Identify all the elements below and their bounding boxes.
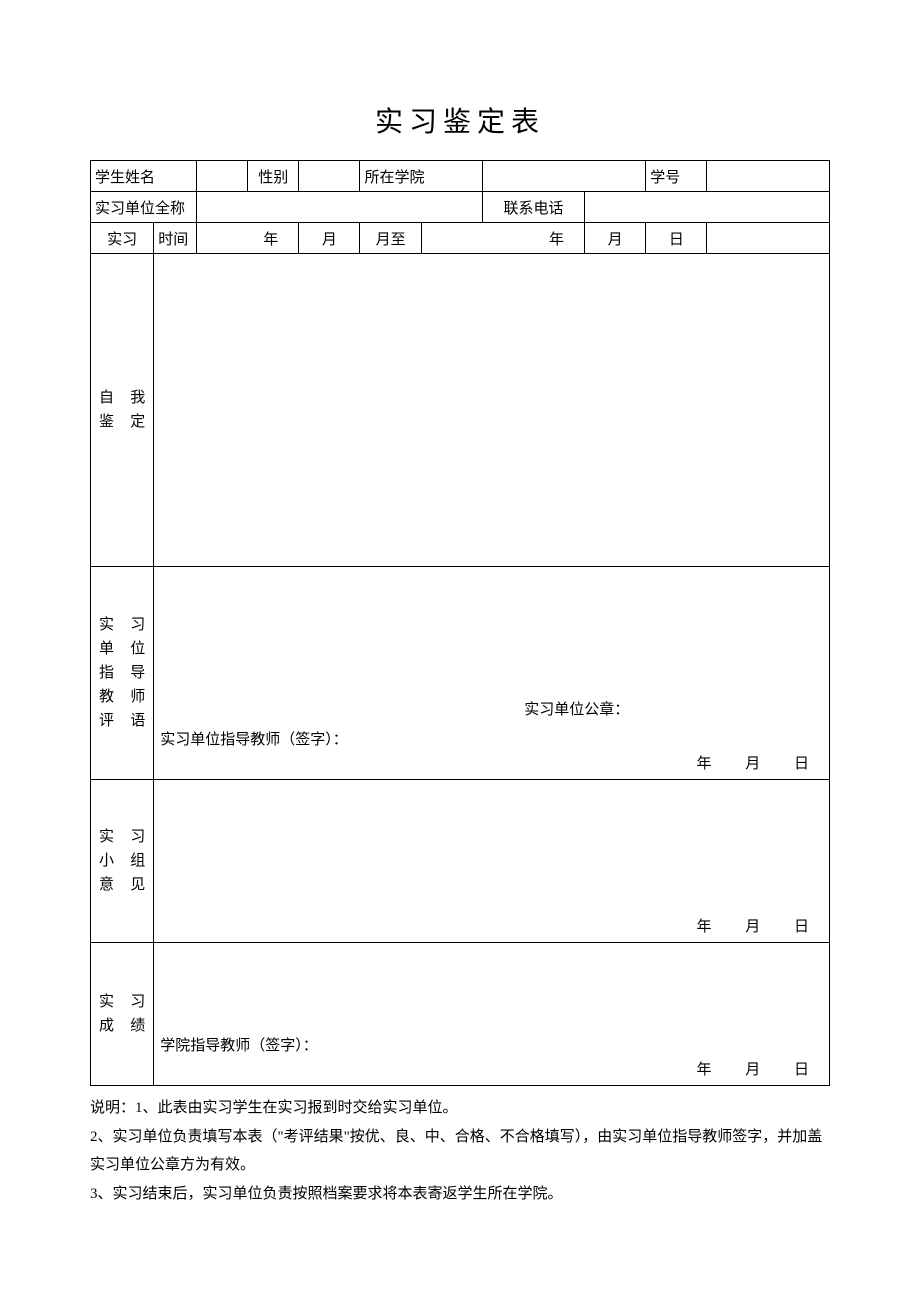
field-self[interactable]	[154, 254, 830, 567]
field-month2[interactable]: 月	[585, 223, 646, 254]
label-unit: 实习单位全称	[91, 192, 197, 223]
label-college: 所在学院	[360, 161, 482, 192]
page-title: 实习鉴定表	[90, 100, 830, 140]
field-grade[interactable]: 学院指导教师（签字）： 年 月 日	[154, 943, 830, 1086]
note-2: 2、实习单位负责填写本表（"考评结果"按优、良、中、合格、不合格填写），由实习单…	[90, 1129, 822, 1174]
field-college[interactable]	[482, 161, 645, 192]
notes: 说明：1、此表由实习学生在实习报到时交给实习单位。 2、实习单位负责填写本表（"…	[90, 1094, 830, 1208]
field-id[interactable]	[707, 161, 830, 192]
label-group: 实 习小 组意见	[91, 780, 154, 943]
field-name[interactable]	[197, 161, 248, 192]
label-to: 月至	[360, 223, 421, 254]
field-day2[interactable]: 日	[646, 223, 707, 254]
notes-prefix: 说明：	[90, 1100, 135, 1116]
row-group: 实 习小 组意见 年 月 日	[91, 780, 830, 943]
row-self: 自 我鉴定	[91, 254, 830, 567]
row-unit: 实习单位全称 联系电话	[91, 192, 830, 223]
label-unit-teacher-sig: 实习单位指导教师（签字）：	[160, 728, 348, 749]
evaluation-table: 学生姓名 性别 所在学院 学号 实习单位全称 联系电话 实习 时间 年 月 月至…	[90, 160, 830, 1086]
label-id: 学号	[646, 161, 707, 192]
y: 年	[696, 919, 711, 935]
row-grade: 实 习成绩 学院指导教师（签字）： 年 月 日	[91, 943, 830, 1086]
row-student: 学生姓名 性别 所在学院 学号	[91, 161, 830, 192]
field-unit-teacher[interactable]: 实习单位公章： 实习单位指导教师（签字）： 年 月 日	[154, 567, 830, 780]
field-group[interactable]: 年 月 日	[154, 780, 830, 943]
m: 月	[745, 1062, 760, 1078]
note-3: 3、实习结束后，实习单位负责按照档案要求将本表寄返学生所在学院。	[90, 1186, 563, 1202]
d: 日	[794, 1062, 809, 1078]
y: 年	[696, 1062, 711, 1078]
field-phone[interactable]	[585, 192, 830, 223]
label-period-a: 实习	[91, 223, 154, 254]
label-grade: 实 习成绩	[91, 943, 154, 1086]
label-gender: 性别	[248, 161, 299, 192]
note-1: 1、此表由实习学生在实习报到时交给实习单位。	[135, 1100, 458, 1116]
label-period-b: 时间	[154, 223, 197, 254]
date-unit-teacher: 年 月 日	[696, 752, 809, 773]
field-month1[interactable]: 月	[299, 223, 360, 254]
label-name: 学生姓名	[91, 161, 197, 192]
d: 日	[794, 756, 809, 772]
y: 年	[696, 756, 711, 772]
date-grade: 年 月 日	[696, 1058, 809, 1079]
field-year1[interactable]: 年	[197, 223, 299, 254]
field-period-blank[interactable]	[707, 223, 830, 254]
label-self: 自 我鉴定	[91, 254, 154, 567]
field-gender[interactable]	[299, 161, 360, 192]
date-group: 年 月 日	[696, 915, 809, 936]
field-year2[interactable]: 年	[421, 223, 584, 254]
m: 月	[745, 919, 760, 935]
label-phone: 联系电话	[482, 192, 584, 223]
d: 日	[794, 919, 809, 935]
label-college-teacher-sig: 学院指导教师（签字）：	[160, 1034, 318, 1055]
row-unit-teacher: 实 习单 位指 导教 师评语 实习单位公章： 实习单位指导教师（签字）： 年 月…	[91, 567, 830, 780]
label-unit-teacher: 实 习单 位指 导教 师评语	[91, 567, 154, 780]
label-seal: 实习单位公章：	[524, 698, 629, 719]
row-period: 实习 时间 年 月 月至 年 月 日	[91, 223, 830, 254]
field-unit[interactable]	[197, 192, 483, 223]
m: 月	[745, 756, 760, 772]
